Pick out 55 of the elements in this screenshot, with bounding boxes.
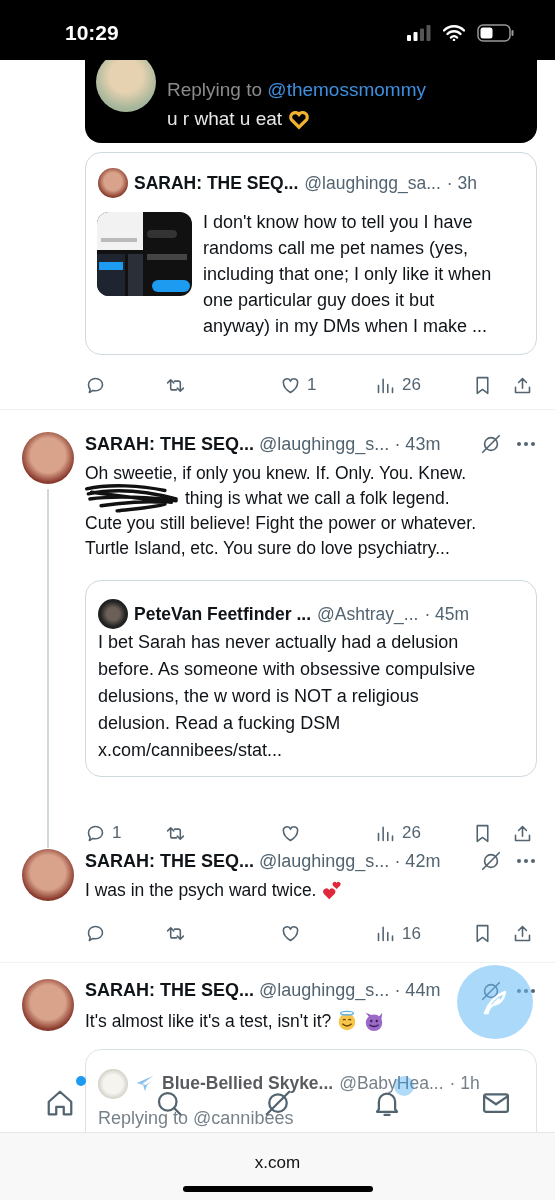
reply-count: 1 xyxy=(112,823,122,843)
post-time: · 45m xyxy=(424,603,470,625)
author-name[interactable]: SARAH: THE SEQ... xyxy=(85,433,254,455)
author-name[interactable]: SARAH: THE SEQ... xyxy=(85,980,254,1002)
signal-icon xyxy=(407,25,431,41)
author-handle: @laughingg_s... xyxy=(259,850,390,872)
quoted-text: I bet Sarah has never actually had a delusion before. As someone with obsessive compulsive delusions, the w word is NOT a religious delusion. Read a fucking DSM x.com/cannibees/stat... xyxy=(98,631,477,762)
author-handle: @Ashtray_... xyxy=(317,603,419,625)
avatar xyxy=(96,60,156,112)
like-count: 1 xyxy=(307,375,317,395)
heart-hands-icon xyxy=(288,108,311,130)
clock: 10:29 xyxy=(65,21,120,45)
battery-icon xyxy=(477,24,515,42)
avatar[interactable] xyxy=(98,599,128,629)
avatar[interactable] xyxy=(22,849,74,901)
slashed-circle-icon[interactable] xyxy=(480,850,502,872)
address-bar[interactable]: x.com xyxy=(254,1152,301,1174)
avatar[interactable] xyxy=(98,168,128,198)
post-text: I was in the psych ward twice. xyxy=(85,879,317,900)
avatar[interactable] xyxy=(22,978,74,1031)
reply-label: Replying to xyxy=(98,1107,189,1128)
author-name[interactable]: Blue-Bellied Skyke... xyxy=(162,1073,334,1095)
more-icon[interactable] xyxy=(515,859,537,863)
quoted-post-card[interactable] xyxy=(85,580,537,777)
author-handle: @laughingg_sa... xyxy=(304,172,441,194)
post-text: It's almost like it's a test, isn't it? xyxy=(85,1010,332,1031)
avatar[interactable] xyxy=(22,432,74,484)
post-time: · 1h xyxy=(449,1073,480,1095)
author-name[interactable]: PeteVan Feetfinder ... xyxy=(134,603,311,625)
views-count: 26 xyxy=(402,823,421,843)
hearts-icon xyxy=(321,879,344,902)
mention-link[interactable]: @cannibees xyxy=(193,1107,294,1128)
mention-link[interactable]: @themossmommy xyxy=(267,79,426,100)
reply-text: u r what u eat xyxy=(167,107,283,131)
quoted-post-card[interactable] xyxy=(85,152,537,355)
author-name[interactable]: SARAH: THE SEQ... xyxy=(85,850,254,872)
post-time: · 42m xyxy=(394,850,441,872)
reply-label: Replying to xyxy=(167,79,263,100)
views-count: 26 xyxy=(402,375,421,395)
post-time: · 3h xyxy=(446,172,477,194)
author-handle: @laughingg_s... xyxy=(259,433,390,455)
post-time: · 44m xyxy=(394,980,441,1002)
slashed-circle-icon[interactable] xyxy=(480,433,502,455)
wifi-icon xyxy=(443,25,465,41)
author-name[interactable]: SARAH: THE SEQ... xyxy=(134,172,299,194)
author-handle: @laughingg_s... xyxy=(259,980,390,1002)
post-text: Cute you still believe! Fight the power or whatever. Turtle Island, etc. You sure do love psychiatry... xyxy=(85,512,478,560)
post-text: Oh sweetie, if only you knew. If. Only. You. Knew. xyxy=(85,462,467,485)
quoted-text: I don't know how to tell you I have randoms call me pet names (yes, including that one; I only like it when one particular guy does it but anyway) in my DMs when I make ... xyxy=(203,211,493,338)
more-icon[interactable] xyxy=(515,442,537,446)
slashed-circle-icon[interactable] xyxy=(480,979,502,1002)
more-icon[interactable] xyxy=(515,988,537,993)
post-time: · 43m xyxy=(394,433,441,455)
views-count: 16 xyxy=(402,923,421,944)
post-text: thing is what we call a folk legend. xyxy=(185,487,450,510)
